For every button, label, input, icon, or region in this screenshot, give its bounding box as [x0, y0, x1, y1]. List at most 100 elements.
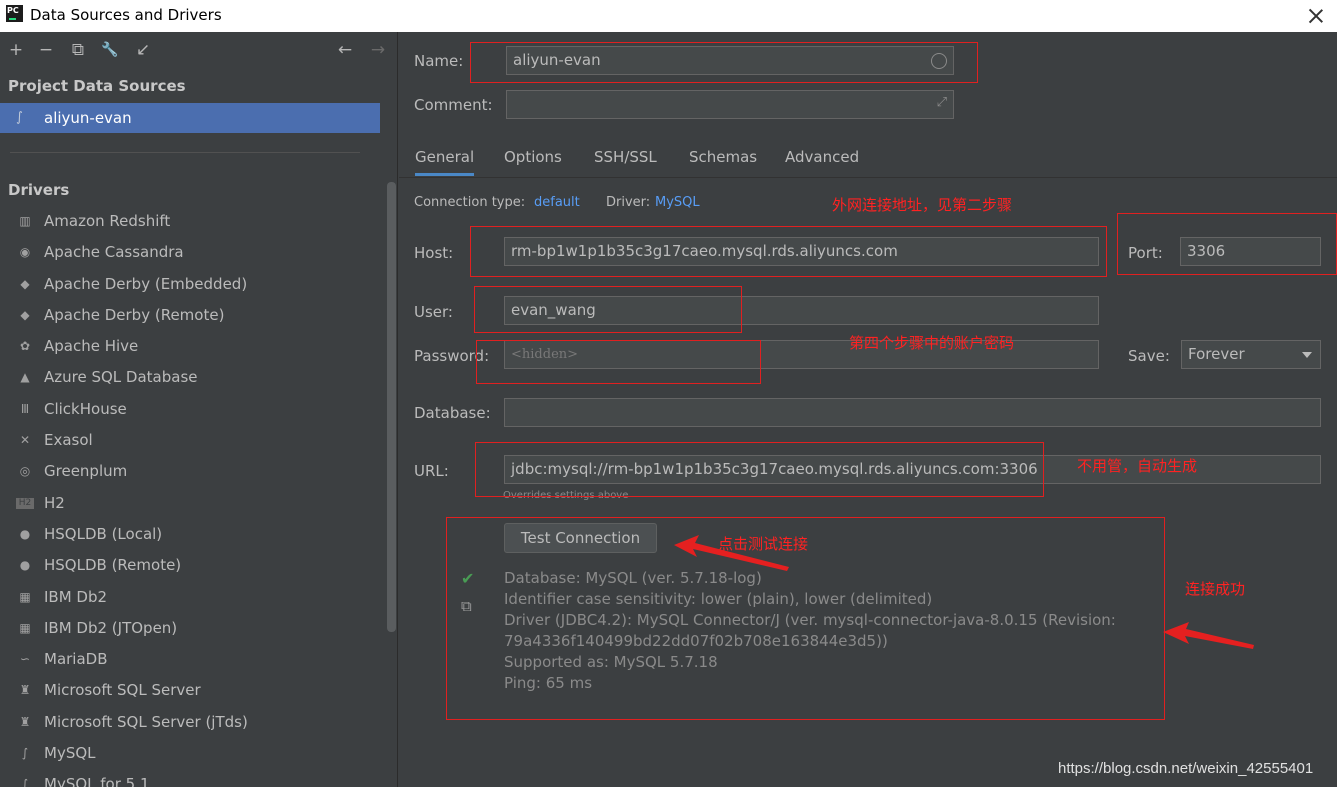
- account-annotation: 第四个步骤中的账户密码: [849, 334, 1015, 352]
- driver-item[interactable]: ▥ Amazon Redshift: [0, 206, 385, 237]
- name-value: aliyun-evan: [513, 51, 601, 69]
- result-line: Identifier case sensitivity: lower (plai…: [504, 590, 933, 608]
- close-icon[interactable]: [1303, 3, 1329, 29]
- driver-label: ClickHouse: [44, 399, 127, 418]
- greenplum-icon: ◎: [19, 464, 31, 479]
- success-annotation: 连接成功: [1185, 580, 1246, 598]
- driver-item[interactable]: ▦ IBM Db2 (JTOpen): [0, 613, 385, 644]
- driver-label: Apache Cassandra: [44, 243, 184, 262]
- remove-icon[interactable]: −: [36, 40, 56, 60]
- driver-item[interactable]: ◆ Apache Derby (Embedded): [0, 269, 385, 300]
- connection-type-link[interactable]: default: [534, 195, 580, 210]
- driver-link[interactable]: MySQL: [655, 195, 700, 210]
- driver-item[interactable]: ∽ MariaDB: [0, 644, 385, 675]
- result-line: Supported as: MySQL 5.7.18: [504, 653, 718, 671]
- save-label: Save:: [1128, 347, 1170, 365]
- back-arrow-icon[interactable]: ←: [335, 40, 355, 60]
- success-check-icon: ✔: [461, 569, 475, 588]
- hsqldb-icon: ●: [19, 526, 31, 541]
- sql-server-icon: ♜: [19, 683, 31, 698]
- driver-item[interactable]: ● HSQLDB (Remote): [0, 550, 385, 581]
- hive-icon: ✿: [19, 339, 31, 354]
- tab-ssh-ssl[interactable]: SSH/SSL: [594, 148, 657, 166]
- database-label: Database:: [414, 404, 491, 422]
- save-value: Forever: [1188, 345, 1245, 363]
- mysql-icon: ∫: [21, 777, 29, 787]
- driver-item[interactable]: ▲ Azure SQL Database: [0, 362, 385, 393]
- port-input[interactable]: 3306: [1180, 237, 1321, 266]
- forward-arrow-icon[interactable]: →: [368, 40, 388, 60]
- copy-icon[interactable]: ⧉: [68, 40, 88, 60]
- drivers-title: Drivers: [8, 181, 70, 199]
- driver-label: H2: [44, 493, 65, 512]
- annotation-arrow-icon: [1163, 622, 1254, 649]
- driver-item[interactable]: ◎ Greenplum: [0, 456, 385, 487]
- database-input[interactable]: [504, 398, 1321, 427]
- clickhouse-icon: Ⅲ: [20, 401, 30, 416]
- driver-item[interactable]: ▦ IBM Db2: [0, 582, 385, 613]
- exasol-icon: ✕: [19, 433, 31, 448]
- driver-label: HSQLDB (Remote): [44, 556, 182, 575]
- derby-icon: ◆: [20, 307, 30, 322]
- divider: [10, 152, 360, 153]
- pycharm-logo-icon: PC: [6, 5, 23, 22]
- driver-label: Apache Derby (Remote): [44, 305, 225, 324]
- driver-label: IBM Db2: [44, 587, 108, 606]
- host-input[interactable]: rm-bp1w1p1b35c3g17caeo.mysql.rds.aliyunc…: [504, 237, 1099, 266]
- mariadb-icon: ∽: [19, 652, 31, 667]
- driver-label: Apache Derby (Embedded): [44, 274, 248, 293]
- driver-label: MariaDB: [44, 650, 108, 669]
- copy-result-icon[interactable]: ⧉: [461, 597, 472, 615]
- sidebar-toolbar: + − ⧉ 🔧 ↙ ← →: [0, 32, 397, 68]
- azure-icon: ▲: [20, 370, 30, 385]
- driver-label: Amazon Redshift: [44, 212, 171, 230]
- hsqldb-icon: ●: [19, 558, 31, 573]
- driver-item[interactable]: ◆ Apache Derby (Remote): [0, 300, 385, 331]
- test-connection-button[interactable]: Test Connection: [504, 523, 657, 553]
- expand-icon[interactable]: ⤢: [937, 95, 947, 110]
- add-icon[interactable]: +: [6, 40, 26, 60]
- color-circle-icon[interactable]: [931, 53, 947, 69]
- driver-item[interactable]: ∫ MySQL for 5.1: [0, 769, 385, 787]
- connection-result: Database: MySQL (ver. 5.7.18-log) Identi…: [504, 568, 1124, 694]
- tab-advanced[interactable]: Advanced: [785, 148, 859, 166]
- url-input[interactable]: jdbc:mysql://rm-bp1w1p1b35c3g17caeo.mysq…: [504, 455, 1321, 484]
- driver-item[interactable]: ✕ Exasol: [0, 425, 385, 456]
- tab-schemas[interactable]: Schemas: [689, 148, 757, 166]
- save-dropdown[interactable]: Forever: [1181, 340, 1321, 369]
- comment-field[interactable]: ⤢: [506, 90, 954, 119]
- tab-options[interactable]: Options: [504, 148, 562, 166]
- mysql-icon: ∫: [21, 746, 29, 761]
- driver-label: HSQLDB (Local): [44, 524, 163, 543]
- name-field[interactable]: aliyun-evan: [506, 46, 954, 75]
- driver-item[interactable]: ∫ MySQL: [0, 738, 385, 769]
- result-line: Driver (JDBC4.2): MySQL Connector/J (ver…: [504, 611, 1116, 629]
- wrench-icon[interactable]: 🔧: [100, 40, 120, 60]
- ibm-db2-icon: ▦: [19, 620, 31, 635]
- driver-item[interactable]: ♜ Microsoft SQL Server: [0, 675, 385, 706]
- data-source-label: aliyun-evan: [44, 109, 132, 127]
- driver-item[interactable]: H2 H2: [0, 488, 385, 519]
- chevron-down-icon: [1302, 352, 1312, 358]
- password-label: Password:: [414, 347, 490, 365]
- data-source-item-aliyun-evan[interactable]: ∫ aliyun-evan: [0, 103, 380, 133]
- driver-label: Apache Hive: [44, 337, 139, 356]
- h2-icon: H2: [16, 497, 34, 509]
- driver-item[interactable]: ◉ Apache Cassandra: [0, 237, 385, 268]
- driver-item[interactable]: ● HSQLDB (Local): [0, 519, 385, 550]
- sidebar-scrollbar[interactable]: [387, 182, 396, 632]
- driver-item[interactable]: ✿ Apache Hive: [0, 331, 385, 362]
- cassandra-icon: ◉: [19, 245, 31, 260]
- main-panel: Name: aliyun-evan Comment: ⤢ General Opt…: [399, 32, 1337, 787]
- driver-label: IBM Db2 (JTOpen): [44, 618, 178, 637]
- tab-general[interactable]: General: [415, 148, 475, 176]
- user-input[interactable]: evan_wang: [504, 296, 1099, 325]
- sql-server-icon: ♜: [19, 714, 31, 729]
- driver-item[interactable]: ♜ Microsoft SQL Server (jTds): [0, 707, 385, 738]
- import-icon[interactable]: ↙: [133, 40, 153, 60]
- driver-item[interactable]: Ⅲ ClickHouse: [0, 394, 385, 425]
- mysql-icon: ∫: [16, 110, 23, 125]
- derby-icon: ◆: [20, 276, 30, 291]
- host-label: Host:: [414, 244, 454, 262]
- user-label: User:: [414, 303, 453, 321]
